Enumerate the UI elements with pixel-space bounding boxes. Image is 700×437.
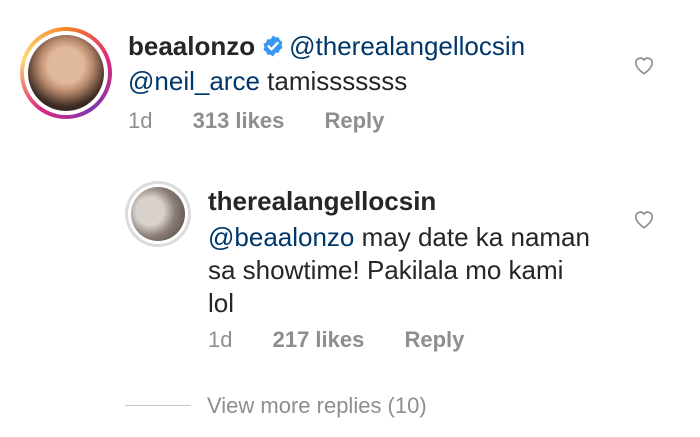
comment-age: 1d xyxy=(128,108,153,133)
reply-username-line: therealangellocsin xyxy=(208,184,436,218)
comment-likes[interactable]: 313 likes xyxy=(193,108,285,133)
reply-line-1: @beaalonzo may date ka naman xyxy=(208,220,590,254)
reply-likes[interactable]: 217 likes xyxy=(273,327,365,352)
comment-line-2: @neil_arce tamisssssss xyxy=(128,64,407,98)
reply-age: 1d xyxy=(208,327,233,352)
reply-reply-button[interactable]: Reply xyxy=(404,327,464,352)
mention-therealangellocsin[interactable]: @therealangellocsin xyxy=(289,31,525,61)
comment-reply-button[interactable]: Reply xyxy=(324,108,384,133)
avatar-therealangellocsin[interactable] xyxy=(125,181,191,247)
reply-text-3: lol xyxy=(208,288,235,318)
mention-beaalonzo[interactable]: @beaalonzo xyxy=(208,222,354,252)
mention-neil-arce[interactable]: @neil_arce xyxy=(128,66,260,96)
avatar-beaalonzo[interactable] xyxy=(20,27,112,119)
comment-line-1: beaalonzo @therealangellocsin xyxy=(128,29,525,63)
like-heart-icon[interactable] xyxy=(633,209,655,229)
reply-line-3: lol xyxy=(208,286,234,320)
profile-photo xyxy=(131,187,185,241)
view-more-divider xyxy=(125,405,191,406)
reply-username[interactable]: therealangellocsin xyxy=(208,186,436,216)
like-heart-icon[interactable] xyxy=(633,55,655,75)
reply-text-2: sa showtime! Pakilala mo kami xyxy=(208,255,564,285)
reply-text-1: may date ka naman xyxy=(361,222,590,252)
comment-meta: 1d 313 likes Reply xyxy=(128,108,384,134)
comment-text: tamisssssss xyxy=(267,66,408,96)
profile-photo xyxy=(28,35,104,111)
verified-badge-icon xyxy=(263,35,283,57)
view-more-replies-button[interactable]: View more replies (10) xyxy=(207,393,427,419)
reply-meta: 1d 217 likes Reply xyxy=(208,327,464,353)
comment-username[interactable]: beaalonzo xyxy=(128,31,255,61)
reply-line-2: sa showtime! Pakilala mo kami xyxy=(208,253,563,287)
